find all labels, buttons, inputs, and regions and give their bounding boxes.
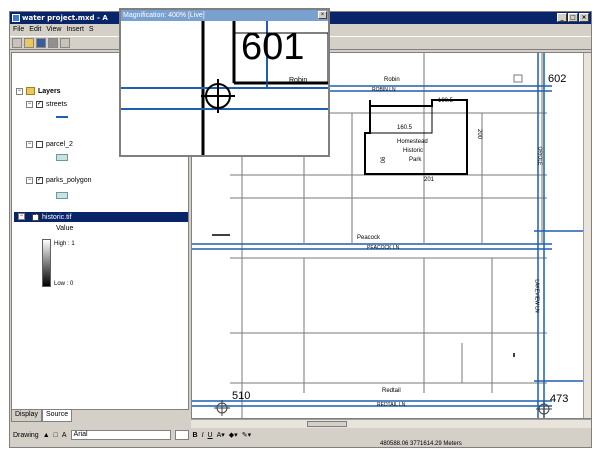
layer-streets[interactable]: − ✓ streets xyxy=(26,99,67,109)
layers-root-label: Layers xyxy=(38,87,61,95)
layer-visibility-checkbox[interactable]: ✓ xyxy=(36,100,43,108)
layer-name: streets xyxy=(46,100,68,108)
layer-name: parcel_2 xyxy=(46,140,73,148)
menu-insert[interactable]: Insert xyxy=(66,24,84,36)
select-elements-icon[interactable]: ▲ xyxy=(43,432,50,439)
layer-parcel-2[interactable]: − parcel_2 xyxy=(26,139,73,149)
open-folder-icon[interactable] xyxy=(24,38,34,48)
print-icon[interactable] xyxy=(48,38,58,48)
magnifier-title: Magnification: 400% [Live] xyxy=(123,12,205,19)
collapse-icon[interactable]: − xyxy=(26,140,33,148)
park-name-line-3: Park xyxy=(409,157,422,163)
parcel-fill-symbol xyxy=(56,154,68,161)
layer-visibility-checkbox[interactable]: ✓ xyxy=(32,213,39,221)
menu-edit[interactable]: Edit xyxy=(29,24,41,36)
coordinate-readout: 480588.06 3771614.29 Meters xyxy=(380,441,462,447)
maximize-button[interactable]: □ xyxy=(568,13,578,22)
layers-icon xyxy=(26,87,35,95)
italic-button[interactable]: I xyxy=(202,432,204,439)
line-color-icon[interactable]: ✎▾ xyxy=(242,431,251,439)
magnifier-view: 601 Robin xyxy=(121,21,328,155)
collapse-icon[interactable]: − xyxy=(26,176,33,184)
collapse-icon[interactable]: − xyxy=(18,213,25,220)
close-button[interactable]: × xyxy=(579,13,589,22)
status-bar: 480588.06 3771614.29 Meters xyxy=(10,441,591,447)
scrollbar-thumb[interactable] xyxy=(307,421,347,427)
arcmap-app-icon xyxy=(12,14,20,22)
layer-name: historic.tif xyxy=(42,213,72,221)
tab-source[interactable]: Source xyxy=(41,410,73,422)
layer-historic-tif[interactable]: − ✓ historic.tif xyxy=(14,212,188,222)
layers-root[interactable]: − Layers xyxy=(16,86,61,96)
layer-visibility-checkbox[interactable] xyxy=(36,140,43,148)
fill-color-icon[interactable]: ◆▾ xyxy=(229,431,238,439)
underline-button[interactable]: U xyxy=(208,432,213,439)
parcel-number-label: 510 xyxy=(232,390,251,402)
drawing-toolbar: Drawing ▲ □ A Arial B I U A▾ ◆▾ ✎▾ xyxy=(10,429,591,441)
bold-button[interactable]: B xyxy=(193,432,198,439)
menu-selection[interactable]: S xyxy=(89,24,94,36)
font-size-dropdown[interactable] xyxy=(174,430,189,440)
parcel-number-label: 160.5 xyxy=(397,125,413,131)
street-line-symbol xyxy=(56,116,68,118)
font-name-dropdown[interactable]: Arial xyxy=(70,430,171,440)
magnifier-close-button[interactable]: × xyxy=(318,11,327,19)
layer-name: parks_polygon xyxy=(46,176,92,184)
ramp-low-label: Low : 0 xyxy=(54,281,74,287)
magnified-street-label: Robin xyxy=(289,77,308,84)
menu-view[interactable]: View xyxy=(46,24,61,36)
street-name-label: ORIOLE xyxy=(536,146,543,166)
raster-value-label: Value xyxy=(56,225,74,232)
parcel-number-label: 200 xyxy=(476,128,483,140)
park-name-line-1: Homestead xyxy=(397,139,428,145)
magnified-parcel-number: 601 xyxy=(241,26,305,68)
parcel-number-label: 602 xyxy=(548,73,567,85)
parcel-owner-label: Robin xyxy=(384,77,400,83)
collapse-icon[interactable]: − xyxy=(16,87,23,95)
collapse-icon[interactable]: − xyxy=(26,100,33,108)
park-name-line-2: Historic xyxy=(403,148,424,154)
street-name-label: ROBIN LN xyxy=(372,87,396,93)
parcel-owner-label: Redtail xyxy=(382,388,401,394)
parcel-owner-label: Peacock xyxy=(357,235,381,241)
magnifier-window[interactable]: Magnification: 400% [Live] × 601 Robin xyxy=(119,8,330,157)
menu-file[interactable]: File xyxy=(13,24,24,36)
street-name-label: LAKEVIEW LN xyxy=(533,279,540,313)
minimize-button[interactable]: _ xyxy=(557,13,567,22)
parcel-number-label: 100.5 xyxy=(438,98,454,104)
map-vertical-scrollbar[interactable] xyxy=(583,53,591,418)
save-icon[interactable] xyxy=(36,38,46,48)
park-fill-symbol xyxy=(56,192,68,199)
map-horizontal-scrollbar[interactable] xyxy=(191,419,591,428)
new-document-icon[interactable] xyxy=(12,38,22,48)
layer-visibility-checkbox[interactable]: ✓ xyxy=(36,176,43,184)
rectangle-tool-icon[interactable]: □ xyxy=(54,432,58,439)
parcel-number-label: 90 xyxy=(378,156,385,164)
drawing-menu[interactable]: Drawing xyxy=(13,432,39,439)
ramp-high-label: High : 1 xyxy=(54,241,75,247)
toc-tabs: Display Source xyxy=(11,410,73,422)
tab-display[interactable]: Display xyxy=(11,410,42,422)
layer-parks-polygon[interactable]: − ✓ parks_polygon xyxy=(26,175,92,185)
parcel-number-label: 473 xyxy=(550,393,569,405)
street-name-label: PEACOCK LN xyxy=(367,245,400,251)
street-name-label: REDTAIL LN xyxy=(377,402,406,408)
parcel-number-label: 201 xyxy=(424,177,435,183)
font-color-icon[interactable]: A▾ xyxy=(217,431,225,439)
window-title: water project.mxd - A xyxy=(22,14,108,22)
magnifier-title-bar[interactable]: Magnification: 400% [Live] × xyxy=(121,10,328,21)
raster-color-ramp xyxy=(42,239,51,287)
text-tool-icon[interactable]: A xyxy=(62,432,67,439)
cut-icon[interactable] xyxy=(60,38,70,48)
